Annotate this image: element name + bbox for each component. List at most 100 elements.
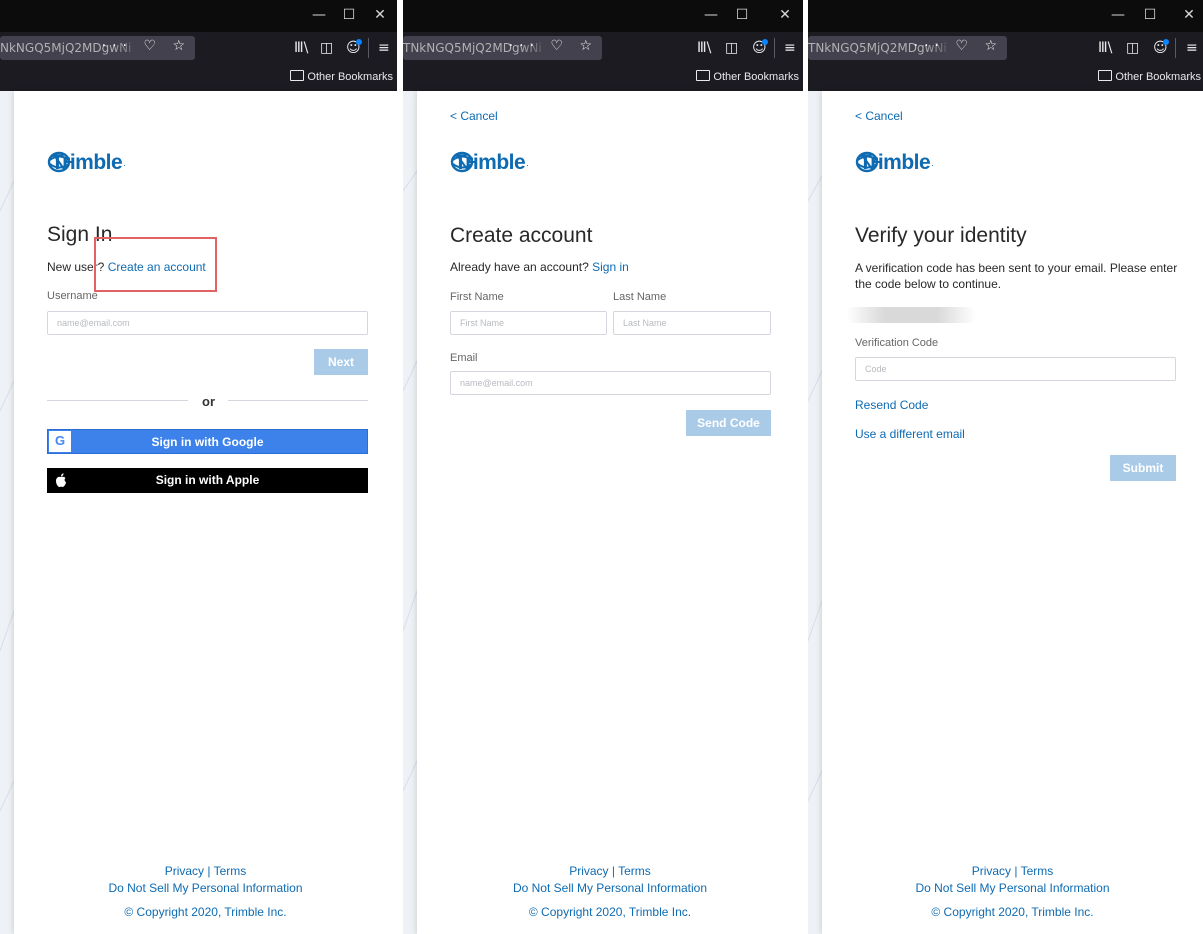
email-label: Email bbox=[450, 352, 478, 364]
title-bar: — ☐ ✕ bbox=[0, 0, 397, 32]
page-title: Verify your identity bbox=[855, 224, 1027, 247]
sidebar-icon[interactable]: ◫ bbox=[725, 40, 738, 56]
do-not-sell-link[interactable]: Do Not Sell My Personal Information bbox=[14, 881, 397, 895]
create-account-card: < Cancel Trimble. Create account Already… bbox=[417, 91, 803, 934]
nav-toolbar: NkNGQ5MjQ2MDgwNi ··· ♡ ☆ Ⅲ\ ◫ ☺ ≡ bbox=[0, 32, 397, 64]
terms-link[interactable]: Terms bbox=[1021, 864, 1054, 878]
sign-in-card: Trimble. Sign In New user? Create an acc… bbox=[14, 91, 397, 934]
close-button[interactable]: ✕ bbox=[777, 7, 793, 23]
notification-dot bbox=[1163, 39, 1169, 45]
page-actions-icon[interactable]: ··· ♡ ☆ bbox=[102, 38, 191, 54]
verify-window: — ☐ ✕ TNkNGQ5MjQ2MDgwNi ··· ♡ ☆ Ⅲ\ ◫ ☺ ≡… bbox=[808, 0, 1203, 934]
footer-links: Privacy | Terms bbox=[164, 864, 247, 878]
url-bar[interactable]: TNkNGQ5MjQ2MDgwNi ··· ♡ ☆ bbox=[808, 36, 1007, 60]
trimble-logo: Trimble. bbox=[47, 151, 126, 175]
redacted-email bbox=[846, 307, 976, 323]
privacy-link[interactable]: Privacy bbox=[972, 864, 1011, 878]
have-account-text: Already have an account? bbox=[450, 260, 589, 274]
notification-dot bbox=[356, 39, 362, 45]
resend-code-link[interactable]: Resend Code bbox=[855, 398, 928, 412]
folder-icon bbox=[696, 70, 711, 81]
close-button[interactable]: ✕ bbox=[372, 7, 388, 23]
verification-message: A verification code has been sent to you… bbox=[855, 261, 1178, 291]
page-actions-icon[interactable]: ··· ♡ ☆ bbox=[914, 38, 1003, 54]
different-email-link[interactable]: Use a different email bbox=[855, 427, 965, 441]
page-background: Trimble. Sign In New user? Create an acc… bbox=[0, 91, 397, 934]
folder-icon bbox=[290, 70, 305, 81]
username-placeholder: name@email.com bbox=[57, 318, 130, 328]
library-icon[interactable]: Ⅲ\ bbox=[697, 40, 711, 56]
cancel-link[interactable]: < Cancel bbox=[450, 109, 498, 123]
first-name-label: First Name bbox=[450, 291, 504, 303]
apple-sign-in-button[interactable]: Sign in with Apple bbox=[47, 468, 368, 493]
google-button-label: Sign in with Google bbox=[151, 435, 264, 449]
trimble-logo: Trimble. bbox=[855, 151, 934, 175]
next-button[interactable]: Next bbox=[314, 349, 368, 375]
menu-icon[interactable]: ≡ bbox=[784, 40, 796, 56]
cancel-link[interactable]: < Cancel bbox=[855, 109, 903, 123]
nav-toolbar: TNkNGQ5MjQ2MDgwNi ··· ♡ ☆ Ⅲ\ ◫ ☺ ≡ bbox=[808, 32, 1203, 64]
highlight-box bbox=[94, 237, 217, 292]
page-actions-icon[interactable]: ··· ♡ ☆ bbox=[509, 38, 598, 54]
trimble-globe-icon bbox=[450, 151, 475, 173]
footer-links: Privacy | Terms bbox=[971, 864, 1054, 878]
do-not-sell-link[interactable]: Do Not Sell My Personal Information bbox=[822, 881, 1203, 895]
privacy-link[interactable]: Privacy bbox=[165, 864, 204, 878]
submit-button[interactable]: Submit bbox=[1110, 455, 1176, 481]
apple-button-label: Sign in with Apple bbox=[155, 473, 260, 487]
google-sign-in-button[interactable]: G Sign in with Google bbox=[47, 429, 368, 454]
library-icon[interactable]: Ⅲ\ bbox=[1098, 40, 1112, 56]
last-name-input[interactable]: Last Name bbox=[613, 311, 771, 335]
page-background: < Cancel Trimble. Create account Already… bbox=[403, 91, 803, 934]
nav-toolbar: TNkNGQ5MjQ2MDgwNi ··· ♡ ☆ Ⅲ\ ◫ ☺ ≡ bbox=[403, 32, 803, 64]
copyright: © Copyright 2020, Trimble Inc. bbox=[931, 905, 1094, 919]
terms-link[interactable]: Terms bbox=[618, 864, 651, 878]
minimize-button[interactable]: — bbox=[1110, 7, 1126, 23]
trimble-globe-icon bbox=[855, 151, 880, 173]
username-input[interactable]: name@email.com bbox=[47, 311, 368, 335]
minimize-button[interactable]: — bbox=[703, 7, 719, 23]
other-bookmarks[interactable]: Other Bookmarks bbox=[696, 70, 799, 83]
last-name-label: Last Name bbox=[613, 291, 667, 303]
copyright: © Copyright 2020, Trimble Inc. bbox=[124, 905, 287, 919]
other-bookmarks[interactable]: Other Bookmarks bbox=[1098, 70, 1201, 83]
minimize-button[interactable]: — bbox=[311, 7, 327, 23]
menu-icon[interactable]: ≡ bbox=[378, 40, 390, 56]
privacy-link[interactable]: Privacy bbox=[569, 864, 608, 878]
create-account-window: — ☐ ✕ TNkNGQ5MjQ2MDgwNi ··· ♡ ☆ Ⅲ\ ◫ ☺ ≡… bbox=[403, 0, 803, 934]
notification-dot bbox=[762, 39, 768, 45]
maximize-button[interactable]: ☐ bbox=[1142, 7, 1158, 23]
username-label: Username bbox=[47, 290, 98, 302]
maximize-button[interactable]: ☐ bbox=[341, 7, 357, 23]
sign-in-window: — ☐ ✕ NkNGQ5MjQ2MDgwNi ··· ♡ ☆ Ⅲ\ ◫ ☺ ≡ … bbox=[0, 0, 397, 934]
verification-code-label: Verification Code bbox=[855, 337, 939, 349]
first-name-input[interactable]: First Name bbox=[450, 311, 607, 335]
menu-icon[interactable]: ≡ bbox=[1186, 40, 1198, 56]
sidebar-icon[interactable]: ◫ bbox=[1126, 40, 1139, 56]
sign-in-link[interactable]: Sign in bbox=[592, 260, 629, 274]
verify-card: < Cancel Trimble. Verify your identity A… bbox=[822, 91, 1203, 934]
folder-icon bbox=[1098, 70, 1113, 81]
footer-links: Privacy | Terms bbox=[569, 864, 651, 878]
sidebar-icon[interactable]: ◫ bbox=[320, 40, 333, 56]
have-account-row: Already have an account? Sign in bbox=[450, 260, 629, 274]
trimble-logo: Trimble. bbox=[450, 151, 529, 175]
verification-code-input[interactable]: Code bbox=[855, 357, 1176, 381]
browser-chrome: — ☐ ✕ TNkNGQ5MjQ2MDgwNi ··· ♡ ☆ Ⅲ\ ◫ ☺ ≡… bbox=[403, 0, 803, 91]
send-code-button[interactable]: Send Code bbox=[686, 410, 771, 436]
title-bar: — ☐ ✕ bbox=[808, 0, 1203, 32]
email-input[interactable]: name@email.com bbox=[450, 371, 771, 395]
close-button[interactable]: ✕ bbox=[1181, 7, 1197, 23]
maximize-button[interactable]: ☐ bbox=[734, 7, 750, 23]
other-bookmarks[interactable]: Other Bookmarks bbox=[290, 70, 393, 83]
library-icon[interactable]: Ⅲ\ bbox=[294, 40, 308, 56]
terms-link[interactable]: Terms bbox=[214, 864, 247, 878]
url-bar[interactable]: TNkNGQ5MjQ2MDgwNi ··· ♡ ☆ bbox=[403, 36, 602, 60]
browser-chrome: — ☐ ✕ TNkNGQ5MjQ2MDgwNi ··· ♡ ☆ Ⅲ\ ◫ ☺ ≡… bbox=[808, 0, 1203, 91]
page-title: Create account bbox=[450, 224, 593, 247]
do-not-sell-link[interactable]: Do Not Sell My Personal Information bbox=[417, 881, 803, 895]
url-bar[interactable]: NkNGQ5MjQ2MDgwNi ··· ♡ ☆ bbox=[0, 36, 195, 60]
browser-chrome: — ☐ ✕ NkNGQ5MjQ2MDgwNi ··· ♡ ☆ Ⅲ\ ◫ ☺ ≡ … bbox=[0, 0, 397, 91]
page-background: < Cancel Trimble. Verify your identity A… bbox=[808, 91, 1203, 934]
title-bar: — ☐ ✕ bbox=[403, 0, 803, 32]
